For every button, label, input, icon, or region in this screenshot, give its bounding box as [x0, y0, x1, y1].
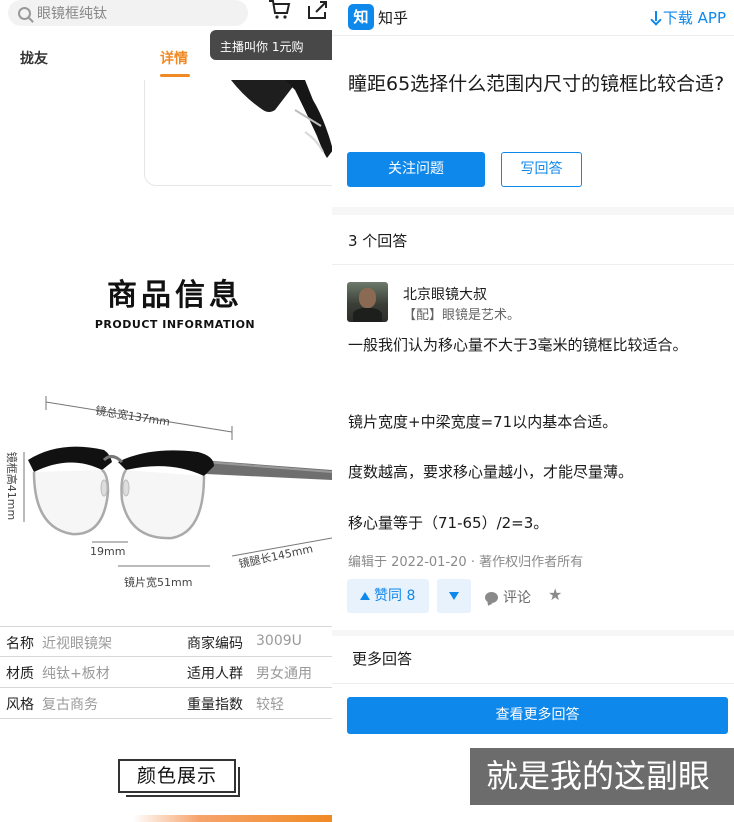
upvote-label: 赞同 8	[374, 588, 416, 604]
product-info-title: 商品信息	[107, 278, 243, 313]
glasses-closeup-image	[231, 80, 332, 158]
zhihu-logo-icon[interactable]: 知	[348, 4, 374, 30]
bridge-width-label: 19mm	[90, 545, 126, 558]
spec-value: 复古商务	[42, 697, 98, 713]
live-overlay-banner: 主播叫你 1元购	[210, 30, 332, 60]
download-arrow-icon	[651, 11, 661, 23]
color-display-heading: 颜色展示	[118, 759, 240, 797]
share-icon[interactable]	[306, 0, 330, 20]
view-more-answers-button[interactable]: 查看更多回答	[347, 697, 728, 734]
bottom-banner-strip	[0, 815, 332, 822]
divider	[332, 264, 734, 265]
zhihu-panel: 知 知乎 下载 APP 瞳距65选择什么范围内尺寸的镜框比较合适? 关注问题 写…	[332, 0, 734, 822]
answer-paragraph: 镜片宽度+中梁宽度=71以内基本合适。	[348, 413, 618, 431]
spec-key: 适用人群	[187, 666, 243, 682]
search-placeholder: 眼镜框纯钛	[37, 6, 107, 22]
cart-icon[interactable]	[268, 0, 292, 20]
spec-value: 纯钛+板材	[42, 666, 110, 682]
spec-key: 名称	[6, 636, 34, 652]
lens-width-label: 镜片宽51mm	[124, 576, 193, 589]
answer-paragraph: 度数越高，要求移心量越小，才能尽量薄。	[348, 463, 634, 481]
tab-reviews[interactable]: 拢友	[20, 48, 48, 68]
comment-icon	[485, 592, 498, 603]
active-tab-indicator	[160, 74, 190, 77]
divider	[332, 683, 734, 684]
section-separator	[332, 207, 734, 215]
table-row: 材质 纯钛+板材 适用人群 男女通用	[0, 657, 332, 688]
avatar[interactable]	[347, 282, 388, 322]
spec-value: 男女通用	[256, 666, 312, 682]
spec-table: 名称 近视眼镜架 商家编码 3009U 材质 纯钛+板材 适用人群 男女通用 风…	[0, 626, 332, 719]
spec-value: 近视眼镜架	[42, 636, 112, 652]
answer-paragraph: 移心量等于（71-65）/2=3。	[348, 514, 549, 532]
spec-key: 风格	[6, 697, 34, 713]
product-image-card[interactable]	[144, 80, 332, 186]
frame-height-label: 镜框高41mm	[5, 451, 19, 521]
upvote-button[interactable]: 赞同 8	[347, 579, 429, 613]
video-subtitle: 就是我的这副眼	[470, 748, 734, 805]
spec-key: 重量指数	[187, 697, 243, 713]
answer-count: 3 个回答	[348, 232, 408, 250]
more-answers-title: 更多回答	[352, 650, 413, 668]
tab-details[interactable]: 详情	[160, 48, 188, 68]
upvote-icon	[360, 592, 370, 600]
product-info-subtitle: PRODUCT INFORMATION	[94, 318, 256, 331]
favorite-star-icon[interactable]: ★	[548, 585, 562, 604]
table-row: 名称 近视眼镜架 商家编码 3009U	[0, 626, 332, 657]
spec-key: 商家编码	[187, 636, 243, 652]
spec-key: 材质	[6, 666, 34, 682]
app-name: 知乎	[378, 9, 409, 27]
shopping-app-panel: 眼镜框纯钛 拢友 详情 主播叫你 1元购 商品信息 PRODUCT INFORM…	[0, 0, 332, 822]
download-app-label: 下载 APP	[662, 9, 726, 27]
search-input[interactable]: 眼镜框纯钛	[8, 0, 248, 26]
table-row: 风格 复古商务 重量指数 较轻	[0, 688, 332, 719]
search-icon	[18, 6, 31, 20]
download-app-link[interactable]: 下载 APP	[651, 7, 726, 28]
glasses-dimension-diagram: 镜总宽137mm 镜框高41mm 19mm 镜片宽51mm 镜腿长145mm	[0, 388, 332, 598]
downvote-icon	[449, 592, 459, 600]
answer-meta: 编辑于 2022-01-20 · 著作权归作者所有	[348, 555, 584, 570]
spec-value: 较轻	[256, 697, 284, 713]
write-answer-button[interactable]: 写回答	[501, 152, 582, 187]
downvote-button[interactable]	[437, 579, 471, 613]
answer-paragraph: 一般我们认为移心量不大于3毫米的镜框比较适合。	[348, 336, 688, 354]
question-title: 瞳距65选择什么范围内尺寸的镜框比较合适?	[348, 73, 725, 95]
spec-value: 3009U	[256, 633, 302, 649]
comment-label: 评论	[503, 590, 531, 606]
comment-button[interactable]: 评论	[485, 587, 531, 607]
author-name[interactable]: 北京眼镜大叔	[403, 284, 487, 304]
zhihu-header: 知 知乎 下载 APP	[332, 0, 734, 36]
follow-question-button[interactable]: 关注问题	[347, 152, 485, 187]
author-bio: 【配】眼镜是艺术。	[403, 308, 521, 323]
section-separator	[332, 630, 734, 636]
